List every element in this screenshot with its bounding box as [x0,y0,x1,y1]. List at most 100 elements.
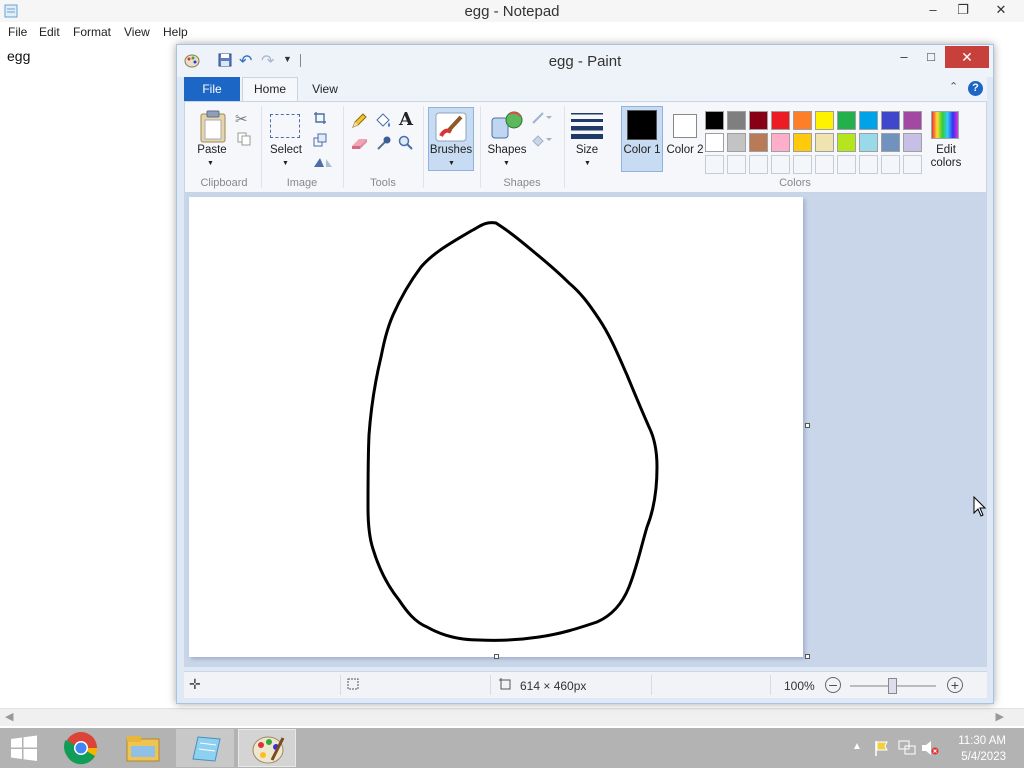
size-button[interactable]: Size [569,144,605,156]
palette-swatch[interactable] [793,111,812,130]
palette-swatch-empty[interactable] [859,155,878,174]
brushes-label[interactable]: Brushes [428,144,474,156]
palette-swatch[interactable] [837,133,856,152]
pencil-icon[interactable] [351,113,367,132]
text-icon[interactable]: A [399,109,413,130]
notepad-restore-button[interactable]: ❐ [948,0,978,22]
palette-swatch[interactable] [749,133,768,152]
select-button[interactable]: Select [265,144,307,156]
taskbar-file-explorer[interactable] [114,729,172,767]
notepad-close-button[interactable]: ✕ [978,0,1024,22]
palette-swatch[interactable] [749,111,768,130]
palette-swatch-empty[interactable] [771,155,790,174]
paste-icon[interactable] [199,110,227,147]
magnifier-icon[interactable] [398,135,414,154]
paste-dropdown-icon[interactable]: ▼ [207,160,214,167]
help-icon[interactable]: ? [968,81,983,96]
menu-file[interactable]: File [8,25,27,39]
menu-format[interactable]: Format [73,25,111,39]
network-icon[interactable] [898,740,916,759]
brushes-dropdown-icon[interactable]: ▼ [448,160,455,167]
palette-swatch[interactable] [859,133,878,152]
taskbar-paint[interactable] [238,729,296,767]
show-hidden-icons-icon[interactable]: ▲ [852,741,862,752]
palette-swatch[interactable] [727,133,746,152]
color1-swatch[interactable] [627,110,657,140]
resize-icon[interactable] [313,133,327,150]
palette-swatch[interactable] [771,111,790,130]
scroll-right-icon[interactable]: ▶ [996,710,1004,723]
paste-button[interactable]: Paste [193,144,231,156]
volume-muted-icon[interactable] [921,740,939,759]
eraser-icon[interactable] [351,137,369,154]
drawing-canvas[interactable] [189,197,803,657]
palette-swatch[interactable] [815,111,834,130]
fill-shape-icon[interactable] [531,133,553,150]
palette-swatch-empty[interactable] [705,155,724,174]
ribbon-collapse-icon[interactable]: ⌃ [949,80,958,93]
taskbar-notepad[interactable] [176,729,234,767]
palette-swatch[interactable] [903,133,922,152]
color2-label[interactable]: Color 2 [665,144,705,157]
palette-swatch[interactable] [815,133,834,152]
clock[interactable]: 11:30 AM 5/4/2023 [958,733,1006,765]
zoom-in-icon[interactable]: + [947,677,963,693]
tab-file[interactable]: File [184,77,240,101]
palette-swatch[interactable] [771,133,790,152]
palette-swatch[interactable] [705,133,724,152]
size-dropdown-icon[interactable]: ▼ [584,160,591,167]
canvas-resize-handle-right[interactable] [805,423,810,428]
cut-icon[interactable]: ✂ [235,110,248,128]
palette-swatch[interactable] [727,111,746,130]
edit-colors-button[interactable]: Edit colors [925,144,967,170]
fill-icon[interactable] [374,112,392,133]
palette-swatch-empty[interactable] [837,155,856,174]
palette-swatch-empty[interactable] [727,155,746,174]
copy-icon[interactable] [237,132,251,149]
shapes-icon[interactable] [490,110,524,143]
palette-swatch-empty[interactable] [881,155,900,174]
paint-maximize-button[interactable]: □ [917,47,945,69]
crop-icon[interactable] [313,111,327,128]
edit-colors-icon[interactable] [931,111,959,139]
rotate-icon[interactable] [312,155,334,172]
zoom-slider-thumb[interactable] [888,678,897,694]
shapes-dropdown-icon[interactable]: ▼ [503,160,510,167]
notepad-text-area[interactable]: egg [7,48,30,64]
menu-edit[interactable]: Edit [39,25,60,39]
menu-help[interactable]: Help [163,25,188,39]
palette-swatch-empty[interactable] [749,155,768,174]
scroll-left-icon[interactable]: ◀ [5,710,13,723]
palette-swatch[interactable] [793,133,812,152]
color2-swatch[interactable] [673,114,697,138]
start-button[interactable] [0,729,58,767]
color1-label[interactable]: Color 1 [622,144,662,157]
palette-swatch-empty[interactable] [793,155,812,174]
palette-swatch[interactable] [881,133,900,152]
select-icon[interactable] [270,114,300,138]
paint-close-button[interactable]: ✕ [945,46,989,68]
action-center-flag-icon[interactable] [874,739,890,760]
palette-swatch[interactable] [881,111,900,130]
outline-icon[interactable] [531,111,553,128]
paint-minimize-button[interactable]: – [890,47,918,69]
tab-home[interactable]: Home [242,77,298,102]
notepad-minimize-button[interactable]: – [918,0,948,22]
notepad-horizontal-scrollbar[interactable]: ◀ ▶ [0,708,1024,726]
palette-swatch-empty[interactable] [815,155,834,174]
size-icon[interactable] [571,113,603,142]
zoom-out-icon[interactable]: – [825,677,841,693]
canvas-resize-handle-bottom[interactable] [494,654,499,659]
palette-swatch[interactable] [859,111,878,130]
brushes-icon[interactable] [435,112,467,145]
color-picker-icon[interactable] [376,135,392,154]
menu-view[interactable]: View [124,25,150,39]
canvas-resize-handle-corner[interactable] [805,654,810,659]
tab-view[interactable]: View [300,77,350,101]
palette-swatch[interactable] [705,111,724,130]
taskbar-chrome[interactable] [52,729,110,767]
palette-swatch[interactable] [837,111,856,130]
select-dropdown-icon[interactable]: ▼ [282,160,289,167]
palette-swatch-empty[interactable] [903,155,922,174]
palette-swatch[interactable] [903,111,922,130]
